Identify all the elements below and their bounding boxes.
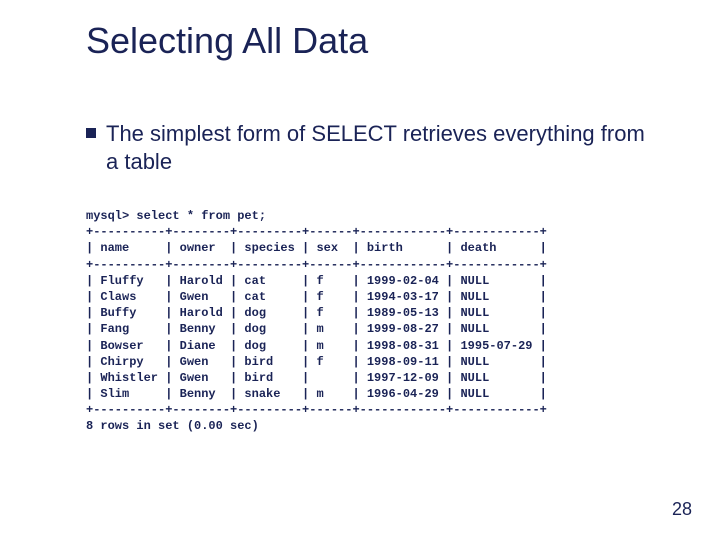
sql-output: mysql> select * from pet; +----------+--… (86, 208, 547, 435)
page-title: Selecting All Data (86, 20, 368, 62)
square-bullet-icon (86, 128, 96, 138)
slide: Selecting All Data The simplest form of … (0, 0, 720, 540)
bullet-text: The simplest form of SELECT retrieves ev… (106, 120, 646, 175)
bullet-item: The simplest form of SELECT retrieves ev… (86, 120, 646, 175)
page-number: 28 (672, 499, 692, 520)
bullet-block: The simplest form of SELECT retrieves ev… (86, 120, 646, 175)
